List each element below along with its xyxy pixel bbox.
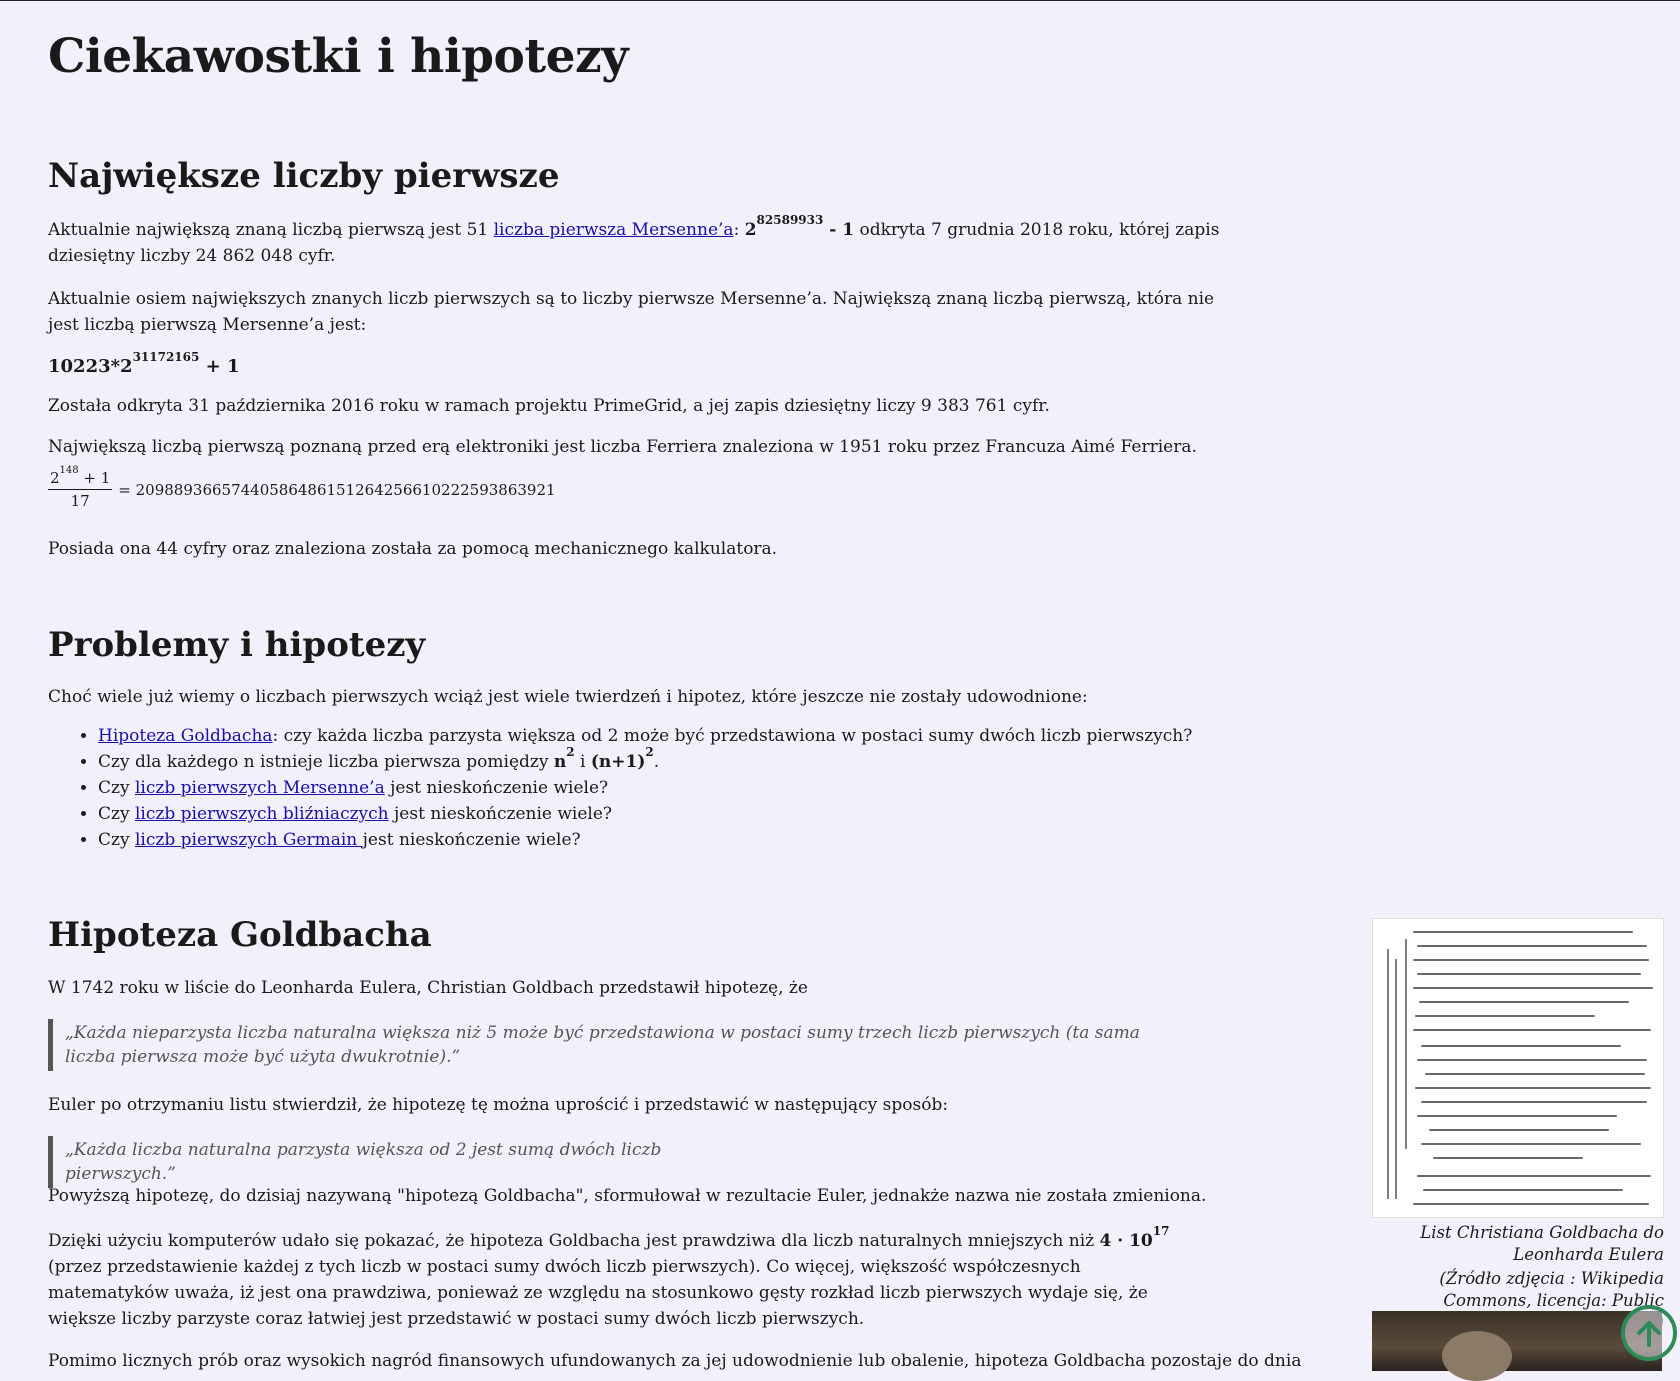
- euler-quote: „Każda liczba naturalna parzysta większa…: [48, 1136, 765, 1188]
- paragraph: Dzięki użyciu komputerów udało się pokaz…: [48, 1224, 1170, 1329]
- paragraph: Choć wiele już wiemy o liczbach pierwszy…: [48, 687, 1088, 707]
- formula-result: = 20988936657440586486151264256610222593…: [118, 480, 556, 499]
- paragraph: Posiada ona 44 cyfry oraz znaleziona zos…: [48, 539, 778, 559]
- section-heading-problems: Problemy i hipotezy: [48, 625, 426, 665]
- euler-portrait-image: [1372, 1311, 1662, 1381]
- list-item: Czy dla każdego n istnieje liczba pierws…: [98, 746, 1248, 775]
- paragraph: Euler po otrzymaniu listu stwierdził, że…: [48, 1095, 949, 1115]
- ferrier-formula: 2148 + 1 17 = 20988936657440586486151264…: [48, 465, 556, 510]
- arrow-up-icon: [1637, 1321, 1661, 1347]
- paragraph: Aktualnie największą znaną liczbą pierws…: [48, 213, 1220, 266]
- mersenne-number: 282589933 - 1: [744, 213, 855, 240]
- largest-non-mersenne-number: 10223*231172165 + 1: [48, 350, 240, 377]
- paragraph: Aktualnie osiem największych znanych lic…: [48, 289, 1215, 335]
- letter-figure: List Christiana Goldbacha do Leonharda E…: [1372, 918, 1664, 1334]
- paragraph: Powyższą hipotezę, do dzisiaj nazywaną "…: [48, 1186, 1207, 1206]
- mersenne-primes-link[interactable]: liczb pierwszych Mersenne’a: [135, 778, 385, 798]
- paragraph: Pomimo licznych prób oraz wysokich nagró…: [48, 1351, 1302, 1371]
- mersenne-prime-link[interactable]: liczba pierwsza Mersenne’a: [494, 220, 734, 240]
- list-item: Hipoteza Goldbacha: czy każda liczba par…: [98, 723, 1248, 749]
- list-item: Czy liczb pierwszych bliźniaczych jest n…: [98, 801, 1248, 827]
- paragraph: Największą liczbą pierwszą poznaną przed…: [48, 437, 1197, 457]
- germain-primes-link[interactable]: liczb pierwszych Germain: [135, 830, 363, 850]
- paragraph: Została odkryta 31 października 2016 rok…: [48, 396, 1050, 416]
- goldbach-letter-image: [1372, 918, 1664, 1218]
- list-item: Czy liczb pierwszych Germain jest niesko…: [98, 827, 1248, 853]
- list-item: Czy liczb pierwszych Mersenne’a jest nie…: [98, 775, 1248, 801]
- paragraph: W 1742 roku w liście do Leonharda Eulera…: [48, 978, 808, 998]
- page-title: Ciekawostki i hipotezy: [48, 29, 629, 84]
- goldbach-quote: „Każda nieparzysta liczba naturalna więk…: [48, 1019, 1175, 1071]
- section-heading-largest-primes: Największe liczby pierwsze: [48, 156, 560, 196]
- goldbach-link[interactable]: Hipoteza Goldbacha: [98, 726, 273, 746]
- scroll-to-top-button[interactable]: [1621, 1305, 1677, 1361]
- twin-primes-link[interactable]: liczb pierwszych bliźniaczych: [135, 804, 389, 824]
- section-heading-goldbach: Hipoteza Goldbacha: [48, 915, 432, 955]
- problems-list: Hipoteza Goldbacha: czy każda liczba par…: [48, 723, 1248, 853]
